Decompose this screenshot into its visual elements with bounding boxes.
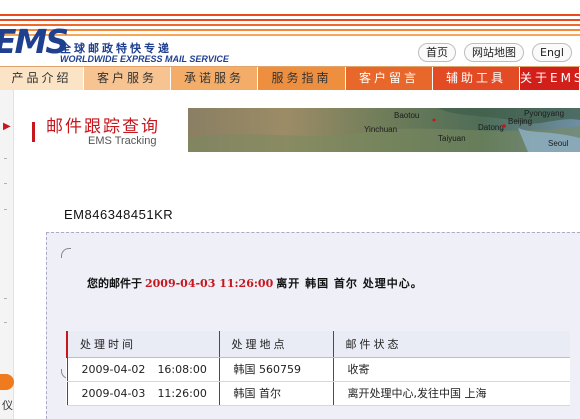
site-header: EMS 全球邮政特快专递 WORLDWIDE EXPRESS MAIL SERV… (0, 0, 580, 66)
main-nav: 产品介绍 客户服务 承诺服务 服务指南 客户留言 辅助工具 关于EMS (0, 66, 580, 90)
cell-time: 2009-04-03 11:26:00 (66, 381, 219, 406)
cell-date: 2009-04-03 (81, 386, 146, 400)
sidebar-dot (4, 183, 7, 184)
column-header-status: 邮件状态 (332, 331, 570, 358)
satellite-map-image: Baotou Beijing Pyongyang Yinchuan Taiyua… (188, 108, 580, 152)
sitemap-link[interactable]: 网站地图 (464, 43, 524, 62)
cell-clock: 11:26:00 (157, 386, 207, 400)
map-label: Yinchuan (364, 125, 397, 134)
cell-date: 2009-04-02 (81, 362, 146, 376)
left-sidebar-edge (0, 90, 14, 419)
home-link[interactable]: 首页 (418, 43, 456, 62)
column-header-time: 处理时间 (66, 331, 219, 358)
status-suffix: 离开 韩国 首尔 处理中心。 (276, 277, 423, 290)
tracking-events-table: 处理时间 处理地点 邮件状态 2009-04-02 16:08:00 韩国 560… (66, 331, 570, 406)
nav-item-customer-service[interactable]: 客户服务 (84, 67, 171, 90)
nav-item-commitment[interactable]: 承诺服务 (171, 67, 258, 90)
cell-place: 韩国 560759 (218, 357, 333, 382)
nav-item-customer-messages[interactable]: 客户留言 (346, 67, 433, 90)
column-header-place: 处理地点 (218, 331, 333, 358)
nav-item-about[interactable]: 关于EMS (520, 67, 580, 90)
tracking-banner: 邮件跟踪查询 EMS Tracking Baotou Beijing Pyong… (28, 108, 580, 152)
map-label: Datong (478, 123, 504, 132)
sidebar-bottom-text: 仪 (2, 399, 13, 412)
sidebar-dot (4, 322, 7, 323)
nav-item-tools[interactable]: 辅助工具 (433, 67, 520, 90)
status-datetime: 2009-04-03 11:26:00 (145, 277, 274, 290)
banner-title-box: 邮件跟踪查询 EMS Tracking (28, 108, 188, 152)
map-label: Taiyuan (438, 134, 466, 143)
table-row: 2009-04-02 16:08:00 韩国 560759 收寄 (66, 357, 570, 382)
ems-logo[interactable]: EMS (0, 22, 69, 61)
nav-item-service-guide[interactable]: 服务指南 (258, 67, 346, 90)
map-label: Beijing (508, 117, 532, 126)
sidebar-dot (4, 298, 7, 299)
banner-title-chinese: 邮件跟踪查询 (46, 117, 160, 137)
arrow-right-icon: ▶ (3, 121, 11, 132)
map-label: Pyongyang (524, 109, 564, 118)
sidebar-dot (4, 158, 7, 159)
logo-english-slogan: WORLDWIDE EXPRESS MAIL SERVICE (60, 54, 229, 64)
tracking-number: EM846348451KR (64, 207, 174, 222)
cell-status: 收寄 (332, 357, 570, 382)
table-header-row: 处理时间 处理地点 邮件状态 (66, 331, 570, 358)
cell-clock: 16:08:00 (157, 362, 207, 376)
nav-item-products[interactable]: 产品介绍 (0, 67, 84, 90)
banner-title-english: EMS Tracking (88, 135, 157, 147)
cell-time: 2009-04-02 16:08:00 (66, 357, 219, 382)
map-label: Seoul (548, 139, 569, 148)
english-link[interactable]: Engl (532, 43, 572, 62)
map-label: Baotou (394, 111, 419, 120)
panel-corner (61, 248, 71, 258)
cell-place: 韩国 首尔 (218, 381, 333, 406)
banner-accent-bar (32, 122, 35, 142)
sidebar-dot (4, 209, 7, 210)
header-stripes (0, 14, 580, 36)
top-links: 首页 网站地图 Engl (418, 43, 572, 63)
cell-status: 离开处理中心,发往中国 上海 (332, 381, 570, 406)
table-row: 2009-04-03 11:26:00 韩国 首尔 离开处理中心,发往中国 上海 (66, 381, 570, 406)
status-prefix: 您的邮件于 (87, 277, 142, 290)
status-summary: 您的邮件于 2009-04-03 11:26:00 离开 韩国 首尔 处理中心。 (87, 275, 423, 291)
